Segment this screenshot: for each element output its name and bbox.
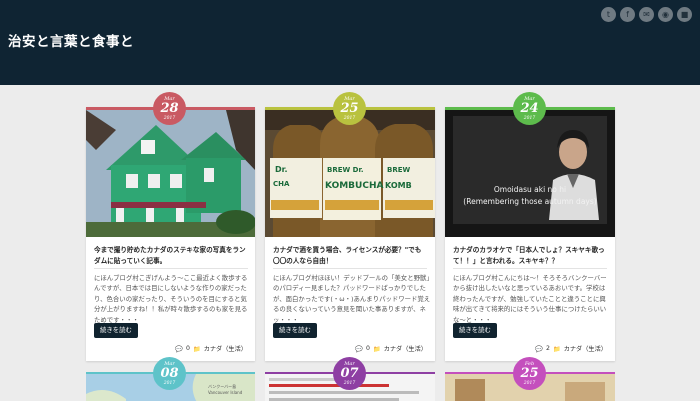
post-card: 今まで撮り貯めたカナダのステキな家の写真をランダムに貼っていく記事。 にほんブロ… <box>86 107 255 361</box>
date-badge: Feb 25 2017 <box>513 357 546 390</box>
post-excerpt: にほんブログ村こんにちは〜！そろそろバンクーバーから抜け出したいなと思っているあ… <box>453 274 607 324</box>
facebook-icon[interactable]: f <box>620 7 635 22</box>
svg-text:Dr.: Dr. <box>275 165 287 174</box>
divider <box>94 268 248 269</box>
post-title[interactable]: カナダのカラオケで「日本人でしょ？スキヤキ歌って！！」と言われる。スキヤキ？？ <box>453 245 607 267</box>
post-title[interactable]: 今まで撮り貯めたカナダのステキな家の写真をランダムに貼っていく記事。 <box>94 245 248 267</box>
comment-count[interactable]: 0 <box>366 345 370 352</box>
post-category[interactable]: カナダ（生活） <box>564 344 607 353</box>
post-excerpt: にほんブログ村ほほい！デッドプールの「美女と野獣」のパロディー見ました？パッドワ… <box>273 274 431 324</box>
rss-icon[interactable]: ◉ <box>658 7 673 22</box>
video-subtitle: Omoidasu aki no hi <box>493 185 567 194</box>
comment-count[interactable]: 2 <box>546 345 550 352</box>
svg-text:KOMBUCHA: KOMBUCHA <box>325 181 383 191</box>
post-title[interactable]: カナダで酒を買う場合、ライセンスが必要？"でも〇〇の人なら自由！ <box>273 245 427 267</box>
site-header: 治安と言葉と食事と t f ✉ ◉ ■ <box>0 0 700 85</box>
post-meta: 💬 0 📁 カナダ（生活） <box>175 344 247 353</box>
social-links: t f ✉ ◉ ■ <box>601 7 692 22</box>
comment-icon: 💬 <box>535 345 544 353</box>
date-badge: Mar 08 2017 <box>153 357 186 390</box>
divider <box>453 268 607 269</box>
svg-text:BREW: BREW <box>387 166 411 174</box>
date-badge: Mar 07 2017 <box>333 357 366 390</box>
post-excerpt: にほんブログ村こぎげんよう〜ここ最近よく散歩するんですが、日本では目にしないよう… <box>94 274 248 324</box>
video-subtitle-translation: (Remembering those autumn days) <box>463 197 597 206</box>
date-badge: Mar 24 2017 <box>513 92 546 125</box>
svg-text:BREW Dr.: BREW Dr. <box>327 166 364 174</box>
twitter-icon[interactable]: t <box>601 7 616 22</box>
post-card: Dr. CHA BREW Dr. KOMBUCHA BREW KOMB カナダで… <box>265 107 435 361</box>
post-card: Omoidasu aki no hi (Remembering those au… <box>445 107 615 361</box>
post-thumbnail[interactable]: Omoidasu aki no hi (Remembering those au… <box>445 110 615 237</box>
site-title[interactable]: 治安と言葉と食事と <box>8 30 134 50</box>
read-more-button[interactable]: 続きを読む <box>453 323 497 338</box>
read-more-button[interactable]: 続きを読む <box>94 323 138 338</box>
post-meta: 💬 2 📁 カナダ（生活） <box>535 344 607 353</box>
post-thumbnail[interactable] <box>86 110 255 237</box>
post-meta: 💬 0 📁 カナダ（生活） <box>355 344 427 353</box>
divider <box>273 268 427 269</box>
comment-icon: 💬 <box>175 345 184 353</box>
comment-count[interactable]: 0 <box>186 345 190 352</box>
svg-text:KOMB: KOMB <box>385 181 412 190</box>
post-thumbnail[interactable]: Dr. CHA BREW Dr. KOMBUCHA BREW KOMB <box>265 110 435 237</box>
map-label: バンクーバー島 Vancouver Island <box>208 384 243 395</box>
folder-icon: 📁 <box>192 345 201 353</box>
folder-icon: 📁 <box>552 345 561 353</box>
folder-icon: 📁 <box>372 345 381 353</box>
comment-icon: 💬 <box>355 345 364 353</box>
lock-icon[interactable]: ■ <box>677 7 692 22</box>
read-more-button[interactable]: 続きを読む <box>273 323 317 338</box>
date-badge: Mar 25 2017 <box>333 92 366 125</box>
post-category[interactable]: カナダ（生活） <box>204 344 247 353</box>
mail-icon[interactable]: ✉ <box>639 7 654 22</box>
svg-text:CHA: CHA <box>273 180 290 188</box>
date-badge: Mar 28 2017 <box>153 92 186 125</box>
post-category[interactable]: カナダ（生活） <box>384 344 427 353</box>
